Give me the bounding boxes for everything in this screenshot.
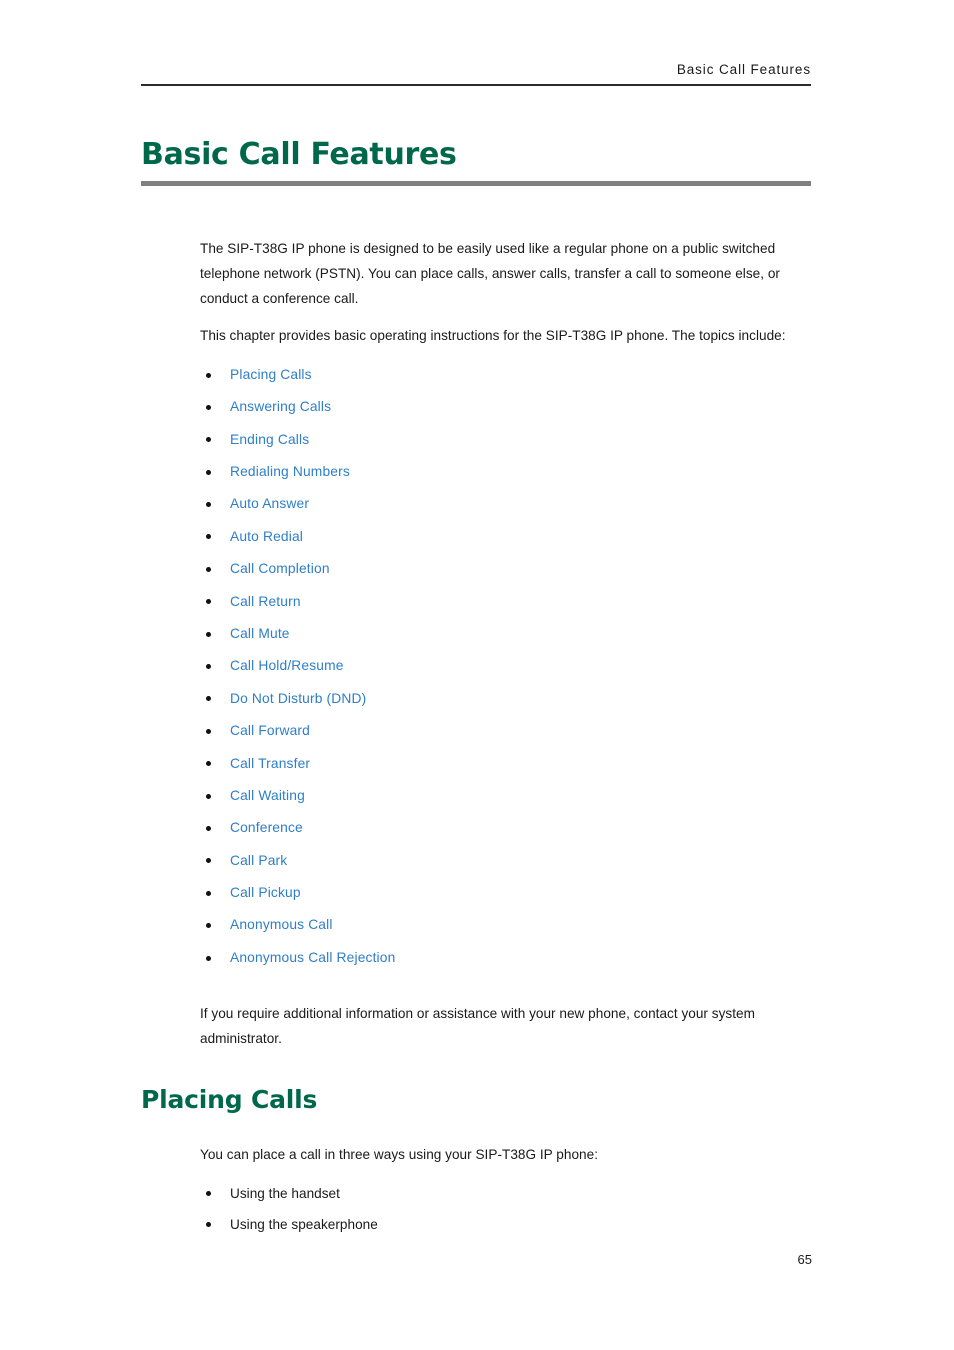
chapter-content: The SIP-T38G IP phone is designed to be … xyxy=(200,236,812,1063)
list-item[interactable]: Conference xyxy=(200,812,812,844)
topic-link-list: Placing Calls Answering Calls Ending Cal… xyxy=(200,359,812,974)
bullet-icon xyxy=(206,534,211,540)
chapter-title: Basic Call Features xyxy=(141,137,457,172)
list-item[interactable]: Anonymous Call Rejection xyxy=(200,942,812,974)
bullet-icon xyxy=(206,1191,211,1197)
topic-link[interactable]: Anonymous Call xyxy=(230,917,333,932)
topic-link[interactable]: Ending Calls xyxy=(230,432,309,447)
list-item[interactable]: Call Pickup xyxy=(200,877,812,909)
topic-link[interactable]: Anonymous Call Rejection xyxy=(230,950,395,965)
list-item[interactable]: Call Forward xyxy=(200,715,812,747)
topic-link[interactable]: Auto Redial xyxy=(230,529,303,544)
topic-link[interactable]: Do Not Disturb (DND) xyxy=(230,691,366,706)
bullet-icon xyxy=(206,437,211,443)
bullet-icon xyxy=(206,631,211,637)
header-divider xyxy=(141,84,811,86)
list-item[interactable]: Call Transfer xyxy=(200,748,812,780)
topic-link[interactable]: Placing Calls xyxy=(230,367,312,382)
section-content-placing-calls: You can place a call in three ways using… xyxy=(200,1142,812,1240)
list-item[interactable]: Call Completion xyxy=(200,553,812,585)
list-item[interactable]: Do Not Disturb (DND) xyxy=(200,683,812,715)
bullet-icon xyxy=(206,664,211,670)
list-item[interactable]: Call Waiting xyxy=(200,780,812,812)
bullet-icon xyxy=(206,566,211,572)
topic-link[interactable]: Answering Calls xyxy=(230,399,331,414)
bullet-icon xyxy=(206,469,211,475)
chapter-title-rule xyxy=(141,181,811,186)
bullet-icon xyxy=(206,372,211,378)
topic-link[interactable]: Call Transfer xyxy=(230,756,310,771)
list-item[interactable]: Redialing Numbers xyxy=(200,456,812,488)
bullet-icon xyxy=(206,923,211,929)
bullet-icon xyxy=(206,696,211,702)
section-title-placing-calls: Placing Calls xyxy=(141,1085,318,1114)
topic-link[interactable]: Redialing Numbers xyxy=(230,464,350,479)
bullet-icon xyxy=(206,825,211,831)
bullet-icon xyxy=(206,1222,211,1228)
bullet-icon xyxy=(206,404,211,410)
intro-paragraph-2: This chapter provides basic operating in… xyxy=(200,327,786,343)
topic-link[interactable]: Call Completion xyxy=(230,561,330,576)
list-item[interactable]: Auto Answer xyxy=(200,488,812,520)
closing-paragraph: If you require additional information or… xyxy=(200,1006,755,1047)
topic-link[interactable]: Call Park xyxy=(230,853,287,868)
list-item[interactable]: Auto Redial xyxy=(200,521,812,553)
topic-link[interactable]: Call Mute xyxy=(230,626,290,641)
list-item[interactable]: Call Return xyxy=(200,586,812,618)
bullet-icon xyxy=(206,858,211,864)
bullet-icon xyxy=(206,599,211,605)
list-item: Using the handset xyxy=(200,1178,812,1209)
bullet-icon xyxy=(206,890,211,896)
list-item: Using the speakerphone xyxy=(200,1209,812,1240)
bullet-icon xyxy=(206,761,211,767)
list-item[interactable]: Call Park xyxy=(200,845,812,877)
running-header: Basic Call Features xyxy=(141,62,811,86)
method-label: Using the handset xyxy=(230,1186,340,1202)
list-item[interactable]: Call Mute xyxy=(200,618,812,650)
list-item[interactable]: Placing Calls xyxy=(200,359,812,391)
topic-link[interactable]: Conference xyxy=(230,820,303,835)
document-page: Basic Call Features Basic Call Features … xyxy=(0,0,954,1350)
bullet-icon xyxy=(206,728,211,734)
running-header-title: Basic Call Features xyxy=(676,62,811,77)
topic-link[interactable]: Call Waiting xyxy=(230,788,305,803)
section-intro-paragraph: You can place a call in three ways using… xyxy=(200,1147,598,1162)
bullet-icon xyxy=(206,793,211,799)
page-number: 65 xyxy=(797,1252,812,1267)
topic-link[interactable]: Call Forward xyxy=(230,723,310,738)
intro-paragraph-1: The SIP-T38G IP phone is designed to be … xyxy=(200,241,780,307)
list-item[interactable]: Anonymous Call xyxy=(200,909,812,941)
list-item[interactable]: Answering Calls xyxy=(200,391,812,423)
bullet-icon xyxy=(206,955,211,961)
list-item[interactable]: Call Hold/Resume xyxy=(200,650,812,682)
topic-link[interactable]: Auto Answer xyxy=(230,496,309,511)
placing-calls-method-list: Using the handset Using the speakerphone xyxy=(200,1178,812,1240)
bullet-icon xyxy=(206,502,211,508)
list-item[interactable]: Ending Calls xyxy=(200,424,812,456)
topic-link[interactable]: Call Pickup xyxy=(230,885,301,900)
topic-link[interactable]: Call Return xyxy=(230,594,301,609)
topic-link[interactable]: Call Hold/Resume xyxy=(230,658,344,673)
method-label: Using the speakerphone xyxy=(230,1217,378,1233)
